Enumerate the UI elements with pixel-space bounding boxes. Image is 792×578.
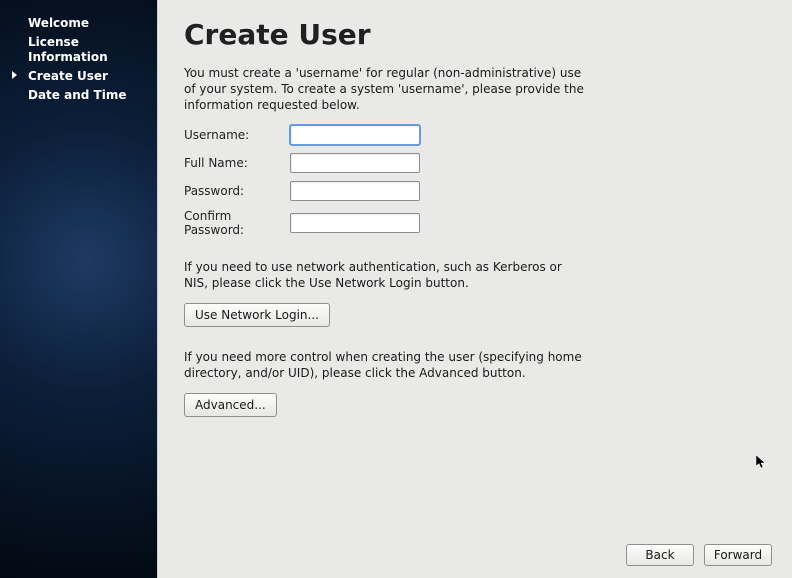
content-pane: Create User You must create a 'username'… <box>158 0 792 578</box>
label-fullname: Full Name: <box>184 156 290 170</box>
row-confirm: Confirm Password: <box>184 209 766 237</box>
mouse-cursor-icon <box>756 455 766 469</box>
footer-buttons: Back Forward <box>626 544 772 566</box>
forward-button[interactable]: Forward <box>704 544 772 566</box>
app-window: Welcome License Information Create User … <box>0 0 792 578</box>
sidebar-item-welcome[interactable]: Welcome <box>0 14 157 33</box>
user-form: Username: Full Name: Password: Confirm P… <box>184 125 766 237</box>
back-button[interactable]: Back <box>626 544 694 566</box>
network-login-text: If you need to use network authenticatio… <box>184 259 584 291</box>
username-input[interactable] <box>290 125 420 145</box>
confirm-password-input[interactable] <box>290 213 420 233</box>
use-network-login-button[interactable]: Use Network Login... <box>184 303 330 327</box>
label-username: Username: <box>184 128 290 142</box>
label-confirm: Confirm Password: <box>184 209 290 237</box>
row-username: Username: <box>184 125 766 145</box>
sidebar-item-create-user[interactable]: Create User <box>0 67 157 86</box>
sidebar-item-label: Create User <box>28 69 108 83</box>
row-fullname: Full Name: <box>184 153 766 173</box>
password-input[interactable] <box>290 181 420 201</box>
sidebar-item-label: Date and Time <box>28 88 126 102</box>
advanced-button[interactable]: Advanced... <box>184 393 277 417</box>
sidebar-item-license-information[interactable]: License Information <box>0 33 157 67</box>
advanced-text: If you need more control when creating t… <box>184 349 584 381</box>
sidebar-item-date-and-time[interactable]: Date and Time <box>0 86 157 105</box>
label-password: Password: <box>184 184 290 198</box>
row-password: Password: <box>184 181 766 201</box>
fullname-input[interactable] <box>290 153 420 173</box>
intro-text: You must create a 'username' for regular… <box>184 65 584 113</box>
sidebar-item-label: License Information <box>28 35 108 64</box>
sidebar: Welcome License Information Create User … <box>0 0 157 578</box>
page-title: Create User <box>184 18 766 51</box>
sidebar-item-label: Welcome <box>28 16 89 30</box>
